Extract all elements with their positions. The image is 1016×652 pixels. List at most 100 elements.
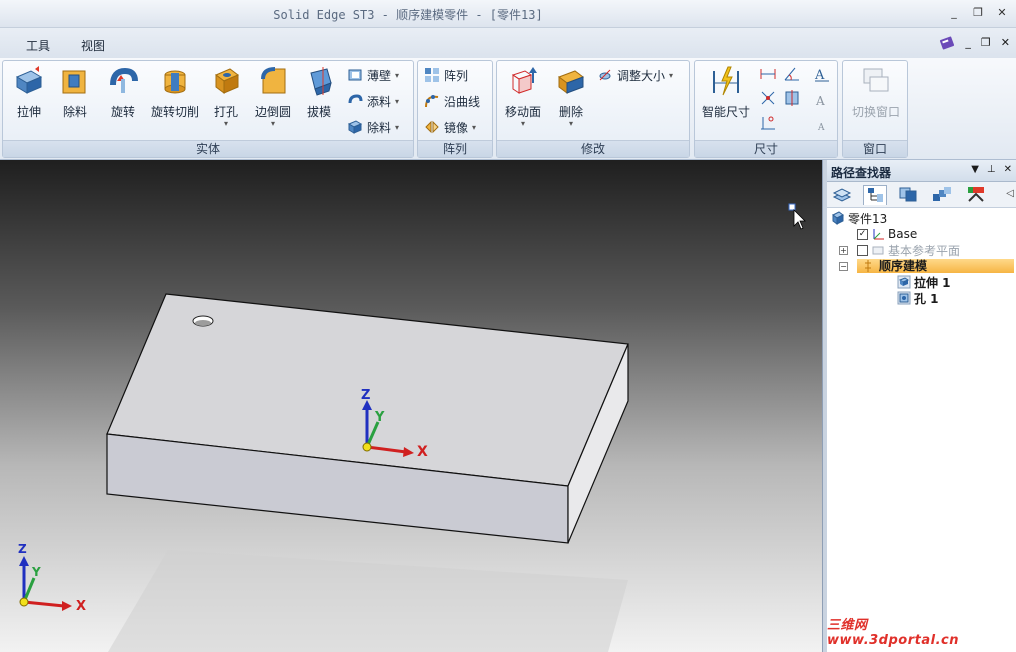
extrude-feature-label: 拉伸 1 xyxy=(914,275,951,290)
tree-node-extrude[interactable]: 拉伸 1 xyxy=(897,274,951,290)
pathfinder-pin-button[interactable]: ⊥ xyxy=(987,164,996,175)
hole-feature-label: 孔 1 xyxy=(914,291,939,306)
extrude-label: 拉伸 xyxy=(16,105,41,119)
menu-view[interactable]: 视图 xyxy=(81,37,105,54)
ordered-collapse-icon[interactable]: − xyxy=(839,261,848,271)
text-size-up-icon[interactable]: A xyxy=(813,65,831,83)
move-face-button[interactable]: 移动面 ▾ xyxy=(501,65,545,128)
ref-planes-visibility-checkbox[interactable] xyxy=(857,244,868,256)
remove-material-button[interactable]: 除料 ▾ xyxy=(347,117,399,137)
add-material-icon xyxy=(348,94,363,104)
remove-material-icon xyxy=(347,120,363,134)
hole-feature-icon xyxy=(897,291,911,305)
smart-dimension-button[interactable]: 智能尺寸 xyxy=(699,65,753,120)
delete-dropdown-icon[interactable]: ▾ xyxy=(551,120,591,128)
ribbon-group-solid-label: 实体 xyxy=(3,140,413,157)
angle-between-icon[interactable] xyxy=(783,65,801,83)
pattern-button[interactable]: 阵列 xyxy=(424,65,468,85)
graphics-viewport[interactable]: Z Y X Z Y X xyxy=(0,160,822,652)
along-curve-button[interactable]: 沿曲线 xyxy=(424,91,480,111)
tab-feature-library[interactable] xyxy=(897,185,921,205)
along-curve-icon xyxy=(425,95,439,108)
base-visibility-checkbox[interactable]: ✓ xyxy=(857,228,868,240)
round-button[interactable]: 边倒圆 ▾ xyxy=(249,65,297,128)
round-dropdown-icon[interactable]: ▾ xyxy=(249,120,297,128)
revolve-label: 旋转 xyxy=(110,105,135,119)
pathfinder-tabs: ◁ xyxy=(827,182,1016,208)
ref-planes-expand-icon[interactable]: + xyxy=(839,245,848,255)
reference-plane-icon xyxy=(872,246,884,255)
window-title: Solid Edge ST3 - 顺序建模零件 - [零件13] xyxy=(273,8,543,22)
view-orientation-triad xyxy=(19,556,72,611)
maximize-button[interactable]: ❐ xyxy=(972,6,984,19)
thin-wall-dropdown-icon[interactable]: ▾ xyxy=(395,71,399,80)
draft-button[interactable]: 拔模 xyxy=(301,65,337,120)
ribbon-group-solid: 拉伸 除料 旋转 旋转切削 打孔 ▾ 边倒圆 ▾ 拔模 薄壁 ▾ 添料 ▾ 除料… xyxy=(2,60,414,158)
remove-material-dropdown-icon[interactable]: ▾ xyxy=(395,123,399,132)
coordinate-system-icon xyxy=(873,229,884,240)
round-label: 边倒圆 xyxy=(254,105,291,119)
tree-node-ref-planes[interactable]: + 基本参考平面 xyxy=(839,242,960,258)
switch-window-button[interactable]: 切换窗口 xyxy=(847,65,905,120)
coordinate-dimension-icon[interactable] xyxy=(759,89,777,107)
mouse-cursor-icon xyxy=(788,203,806,230)
revolved-cutout-button[interactable]: 旋转切削 xyxy=(147,65,203,120)
corner-z-arrow xyxy=(19,556,29,566)
floor-shadow xyxy=(108,550,628,652)
doc-close-button[interactable]: ✕ xyxy=(1001,36,1010,50)
text-size-icon[interactable]: A xyxy=(813,91,831,109)
tab-layers[interactable] xyxy=(831,185,855,205)
tab-engineering-reference[interactable] xyxy=(965,185,989,205)
title-bar: Solid Edge ST3 - 顺序建模零件 - [零件13] _ ❐ ✕ xyxy=(0,0,1016,28)
distance-between-icon[interactable] xyxy=(759,65,777,83)
triad-z-label: Z xyxy=(361,388,371,403)
hole-button[interactable]: 打孔 ▾ xyxy=(209,65,243,128)
resize-label: 调整大小 xyxy=(617,68,666,83)
tree-node-hole[interactable]: 孔 1 xyxy=(897,290,939,306)
angular-coordinate-icon[interactable] xyxy=(759,113,777,131)
menu-tools[interactable]: 工具 xyxy=(26,37,50,54)
symmetric-diameter-icon[interactable] xyxy=(783,89,801,107)
svg-text:A: A xyxy=(817,123,825,133)
revolve-button[interactable]: 旋转 xyxy=(103,65,143,120)
resize-button[interactable]: 调整大小 ▾ xyxy=(597,65,673,85)
ribbon-group-modify-label: 修改 xyxy=(497,140,689,157)
switch-window-icon xyxy=(863,68,889,92)
ribbon-group-modify: 移动面 ▾ 删除 ▾ 调整大小 ▾ 修改 xyxy=(496,60,690,158)
feature-library-icon xyxy=(899,187,917,202)
help-book-icon[interactable] xyxy=(939,36,955,50)
pathfinder-close-button[interactable]: ✕ xyxy=(1004,164,1012,175)
hole-label: 打孔 xyxy=(213,105,238,119)
tab-pathfinder[interactable] xyxy=(863,185,887,205)
hole-dropdown-icon[interactable]: ▾ xyxy=(209,120,243,128)
extrude-button[interactable]: 拉伸 xyxy=(9,65,49,120)
resize-dropdown-icon[interactable]: ▾ xyxy=(669,71,673,80)
add-material-dropdown-icon[interactable]: ▾ xyxy=(395,97,399,106)
triad-y-label: Y xyxy=(375,410,385,425)
pathfinder-title: 路径查找器 xyxy=(831,166,892,180)
cutout-icon xyxy=(62,70,86,94)
pathfinder-menu-button[interactable]: ▼ xyxy=(971,164,979,175)
text-size-down-icon[interactable]: A xyxy=(813,117,831,135)
tab-families[interactable] xyxy=(931,185,955,205)
engineering-reference-icon xyxy=(968,187,984,202)
add-material-button[interactable]: 添料 ▾ xyxy=(347,91,399,111)
along-curve-label: 沿曲线 xyxy=(444,94,481,109)
doc-restore-button[interactable]: ❐ xyxy=(981,36,991,50)
cutout-button[interactable]: 除料 xyxy=(55,65,95,120)
pathfinder-header: 路径查找器 ▼ ⊥ ✕ xyxy=(827,160,1016,182)
tree-node-part[interactable]: 零件13 xyxy=(831,210,887,226)
doc-minimize-button[interactable]: _ xyxy=(965,36,971,50)
close-button[interactable]: ✕ xyxy=(996,6,1008,19)
mirror-dropdown-icon[interactable]: ▾ xyxy=(472,123,476,132)
tree-node-base[interactable]: ✓ Base xyxy=(857,226,917,242)
thin-wall-button[interactable]: 薄壁 ▾ xyxy=(347,65,399,85)
ordered-modeling-icon xyxy=(865,260,871,272)
mirror-label: 镜像 xyxy=(444,120,469,135)
tree-node-ordered[interactable]: − 顺序建模 xyxy=(839,258,1014,274)
delete-button[interactable]: 删除 ▾ xyxy=(551,65,591,128)
move-face-dropdown-icon[interactable]: ▾ xyxy=(501,120,545,128)
minimize-button[interactable]: _ xyxy=(948,6,960,19)
tabs-scroll-left-icon[interactable]: ◁ xyxy=(1006,188,1014,199)
mirror-button[interactable]: 镜像 ▾ xyxy=(424,117,476,137)
